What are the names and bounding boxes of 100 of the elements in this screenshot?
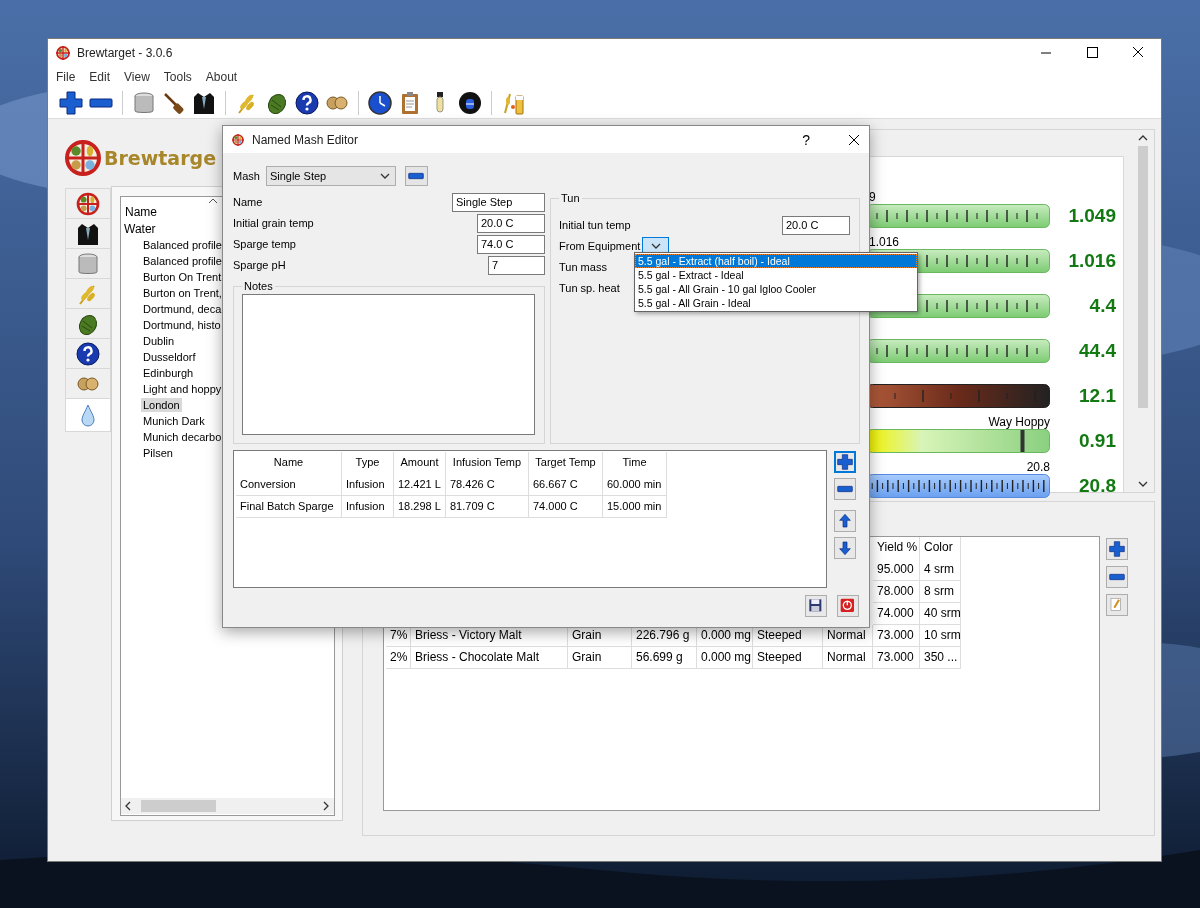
table-cell: 0.000 mg <box>697 647 753 669</box>
table-cell: 81.709 C <box>446 496 529 518</box>
column-header[interactable]: Amount <box>394 452 446 474</box>
input-field[interactable]: 7 <box>488 255 545 275</box>
group-title: Notes <box>243 280 274 292</box>
help-icon <box>76 341 100 366</box>
input-field[interactable]: 20.0 C <box>477 213 545 233</box>
power-icon[interactable] <box>840 598 856 614</box>
input-field[interactable]: 74.0 C <box>477 234 545 254</box>
tree-item[interactable]: London <box>141 398 182 412</box>
tree-item[interactable]: Dusseldorf <box>141 350 198 364</box>
dropdown-option[interactable]: 5.5 gal - Extract (half boil) - Ideal <box>635 254 917 268</box>
field-label: Mash <box>233 170 260 182</box>
kettle-icon[interactable] <box>132 91 156 115</box>
gauge-value: 1.016 <box>1067 249 1116 273</box>
field-label: Tun mass <box>559 261 607 273</box>
column-header[interactable]: Name <box>125 205 157 219</box>
window-title: Brewtarget - 3.0.6 <box>77 45 173 60</box>
tree-item[interactable]: Dortmund, histo <box>141 318 223 332</box>
mash-dropdown[interactable]: Single Step <box>265 166 396 186</box>
input-field[interactable]: Single Step <box>452 192 545 212</box>
table-cell: 74.000 C <box>529 496 603 518</box>
gauge-value: 0.91 <box>1078 429 1116 453</box>
up-arrow-icon[interactable] <box>837 513 853 529</box>
menu-item[interactable]: About <box>198 68 245 86</box>
table-cell: 66.667 C <box>529 474 603 496</box>
plus-icon[interactable] <box>59 91 83 115</box>
menu-item[interactable]: Tools <box>156 68 199 86</box>
tree-item[interactable]: Balanced profile <box>141 238 224 252</box>
plus-icon[interactable] <box>837 454 853 470</box>
down-arrow-icon[interactable] <box>837 540 853 556</box>
field-label: Sparge temp <box>233 238 296 250</box>
table-cell: 4 srm <box>920 559 961 581</box>
table-cell: 73.000 <box>873 625 920 647</box>
table-cell: 12.421 L <box>394 474 446 496</box>
tree-item[interactable]: Dublin <box>141 334 177 348</box>
tree-item[interactable]: Edinburgh <box>141 366 196 380</box>
table-cell: Briess - Chocolate Malt <box>411 647 568 669</box>
column-header[interactable]: Yield % <box>873 537 920 559</box>
field-label: Sparge pH <box>233 259 286 271</box>
dropdown-option[interactable]: 5.5 gal - Extract - Ideal <box>635 268 917 282</box>
table-cell: 74.000 <box>873 603 920 625</box>
side-tab[interactable] <box>65 308 111 338</box>
column-header[interactable]: Type <box>342 452 394 474</box>
save-icon[interactable] <box>808 598 824 614</box>
menu-item[interactable]: File <box>49 68 83 86</box>
round-button-icon[interactable] <box>458 91 482 115</box>
app-icon <box>55 44 71 61</box>
gauge-label: 9 <box>869 190 876 204</box>
column-header[interactable]: Target Temp <box>529 452 603 474</box>
scrollbar-thumb[interactable] <box>1138 146 1148 408</box>
gauge-value: 4.4 <box>1088 294 1116 318</box>
tree-item[interactable]: Munich Dark <box>141 414 207 428</box>
column-header[interactable]: Time <box>603 452 667 474</box>
field-label: Initial tun temp <box>559 219 631 231</box>
help-button[interactable]: ? <box>802 131 810 148</box>
logo-text: Brewtarge <box>104 147 217 169</box>
suit-icon[interactable] <box>192 91 216 115</box>
dropdown-option[interactable]: 5.5 gal - All Grain - Ideal <box>635 296 917 310</box>
dropdown-option[interactable]: 5.5 gal - All Grain - 10 gal Igloo Cooler <box>635 282 917 296</box>
tree-item[interactable]: Pilsen <box>141 446 175 460</box>
gauge-label: Way Hoppy <box>988 415 1050 429</box>
input-field[interactable]: 20.0 C <box>782 215 850 235</box>
scrollbar-thumb[interactable] <box>141 800 216 812</box>
paddle-icon[interactable] <box>162 91 186 115</box>
clock-icon[interactable] <box>368 91 392 115</box>
table-cell: 8 srm <box>920 581 961 603</box>
wheat-beer-icon[interactable] <box>501 91 525 115</box>
tree-item[interactable]: Burton On Trent <box>141 270 224 284</box>
tree-item[interactable]: Munich decarbo <box>141 430 224 444</box>
column-header[interactable]: Name <box>236 452 342 474</box>
tree-item[interactable]: Burton on Trent, <box>141 286 224 300</box>
table-cell: 2% <box>386 647 411 669</box>
gauge-label: 1.016 <box>869 235 900 249</box>
column-header[interactable]: Color <box>920 537 961 559</box>
horizontal-scrollbar[interactable] <box>121 798 334 814</box>
hop-icon[interactable] <box>265 91 289 115</box>
field-label: Name <box>233 196 263 208</box>
plus-icon[interactable] <box>1109 541 1125 557</box>
table-cell: 10 srm <box>920 625 961 647</box>
tree-item[interactable]: Balanced profile <box>141 254 224 268</box>
side-tab[interactable] <box>65 218 111 248</box>
table-cell: Conversion <box>236 474 342 496</box>
crosshair-icon <box>76 191 100 216</box>
sort-caret-icon <box>208 198 218 204</box>
tree-item[interactable]: Dortmund, deca <box>141 302 224 316</box>
menu-item[interactable]: Edit <box>82 68 118 86</box>
vertical-scrollbar[interactable] <box>1135 132 1151 490</box>
table-cell: 60.000 min <box>603 474 667 496</box>
table-cell: Steeped <box>753 647 823 669</box>
gauge-value: 1.049 <box>1067 204 1116 228</box>
notes-field[interactable] <box>242 294 535 435</box>
menu-item[interactable]: View <box>117 68 157 86</box>
tree-item[interactable]: Light and hoppy <box>141 382 224 396</box>
app-icon <box>231 132 245 147</box>
gauge-value: 20.8 <box>1078 474 1116 498</box>
column-header[interactable]: Infusion Temp <box>446 452 529 474</box>
table-cell: Final Batch Sparge <box>236 496 342 518</box>
side-tab[interactable] <box>65 338 111 368</box>
help-icon[interactable] <box>295 91 319 115</box>
